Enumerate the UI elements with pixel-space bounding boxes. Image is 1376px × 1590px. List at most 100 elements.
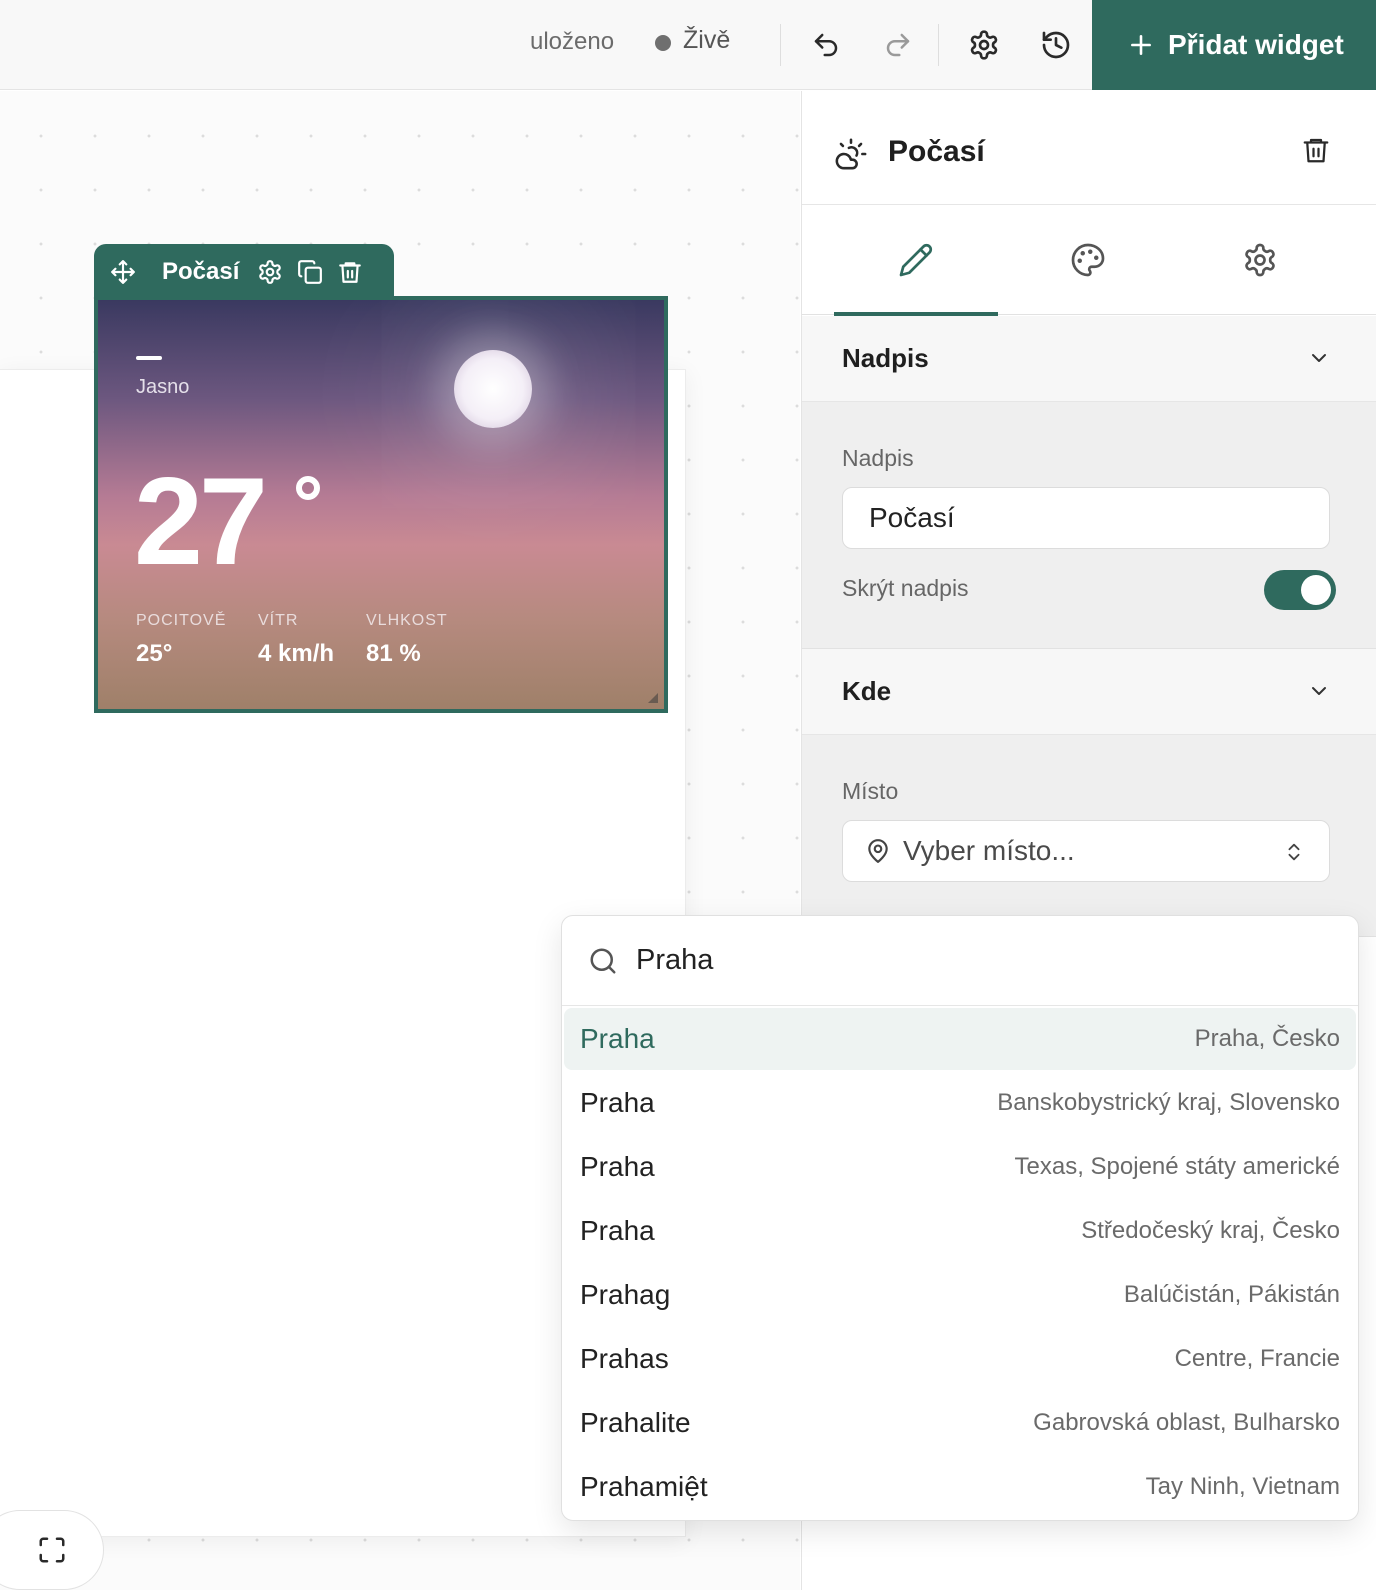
tab-content[interactable] bbox=[834, 205, 998, 316]
heading-field-label: Nadpis bbox=[842, 445, 914, 471]
trash-icon bbox=[1303, 138, 1329, 163]
toolbar-divider bbox=[780, 24, 781, 66]
option-region: Gabrovská oblast, Bulharsko bbox=[1033, 1409, 1340, 1436]
widget-title: Počasí bbox=[162, 258, 240, 285]
live-status: Živě bbox=[683, 26, 731, 54]
fullscreen-button[interactable] bbox=[0, 1510, 104, 1590]
metric-label: VLHKOST bbox=[366, 612, 448, 629]
sun-graphic bbox=[454, 350, 532, 428]
map-pin-icon bbox=[868, 839, 888, 863]
redo-button[interactable] bbox=[876, 23, 920, 67]
option-name: Prahag bbox=[580, 1279, 671, 1310]
settings-button[interactable] bbox=[962, 23, 1006, 67]
metric-value: 25° bbox=[136, 640, 173, 667]
place-option[interactable]: Praha Praha, Česko bbox=[564, 1008, 1356, 1070]
duplicate-widget-button[interactable] bbox=[297, 259, 323, 285]
add-widget-label: Přidat widget bbox=[1168, 29, 1344, 60]
place-option[interactable]: Prahamiệt Tay Ninh, Vietnam bbox=[564, 1456, 1356, 1518]
toolbar-divider bbox=[938, 24, 939, 66]
gear-icon bbox=[259, 260, 282, 284]
add-widget-button[interactable]: Přidat widget bbox=[1092, 0, 1376, 90]
palette-icon bbox=[1071, 243, 1105, 277]
chevron-down-icon bbox=[1312, 687, 1326, 695]
option-name: Praha bbox=[580, 1087, 655, 1118]
weather-widget[interactable]: Jasno 27 POCITOVĚ 25° VÍTR 4 km/h VLHKOS… bbox=[94, 296, 668, 713]
delete-widget-button[interactable] bbox=[1301, 135, 1331, 170]
widget-settings-button[interactable] bbox=[257, 259, 283, 285]
option-name: Praha bbox=[580, 1215, 655, 1246]
place-dropdown: Praha Praha Praha, Česko Praha Banskobys… bbox=[561, 915, 1359, 1521]
section-heading-body: Nadpis Počasí Skrýt nadpis bbox=[802, 402, 1376, 649]
undo-icon bbox=[814, 33, 838, 57]
weather-icon bbox=[834, 137, 868, 176]
option-region: Středočeský kraj, Česko bbox=[1081, 1217, 1340, 1244]
section-heading-toggle[interactable]: Nadpis bbox=[802, 316, 1376, 402]
option-region: Centre, Francie bbox=[1174, 1345, 1340, 1372]
chevrons-up-down-icon bbox=[1288, 843, 1300, 861]
fullscreen-icon bbox=[39, 1537, 65, 1563]
metric-label: VÍTR bbox=[258, 612, 299, 629]
option-name: Praha bbox=[580, 1023, 655, 1054]
hide-heading-toggle[interactable] bbox=[1264, 570, 1336, 610]
option-name: Prahamiệt bbox=[580, 1471, 708, 1502]
option-name: Praha bbox=[580, 1151, 655, 1182]
temperature-value: 27 bbox=[134, 453, 268, 591]
heading-input[interactable]: Počasí bbox=[842, 487, 1330, 549]
place-select-placeholder: Vyber místo... bbox=[903, 835, 1075, 866]
option-region: Banskobystrický kraj, Slovensko bbox=[997, 1089, 1340, 1116]
history-button[interactable] bbox=[1034, 23, 1078, 67]
option-name: Prahas bbox=[580, 1343, 669, 1374]
option-region: Praha, Česko bbox=[1194, 1025, 1340, 1052]
section-title: Kde bbox=[842, 676, 892, 706]
trash-icon bbox=[339, 262, 362, 283]
chevron-down-icon bbox=[1312, 354, 1326, 362]
undo-button[interactable] bbox=[804, 23, 848, 67]
resize-handle[interactable] bbox=[648, 693, 658, 703]
plus-icon bbox=[1131, 35, 1151, 55]
option-name: Prahalite bbox=[580, 1407, 691, 1438]
metric-label: POCITOVĚ bbox=[136, 612, 227, 629]
metric-humidity: VLHKOST 81 % bbox=[366, 612, 448, 668]
redo-icon bbox=[886, 33, 910, 57]
panel-tabs bbox=[802, 205, 1376, 316]
section-where-toggle[interactable]: Kde bbox=[802, 649, 1376, 735]
option-region: Balúčistán, Pákistán bbox=[1123, 1281, 1340, 1308]
place-search[interactable]: Praha bbox=[562, 916, 1358, 1006]
panel-header: Počasí bbox=[802, 91, 1376, 205]
section-title: Nadpis bbox=[842, 343, 929, 373]
metric-feels-like: POCITOVĚ 25° bbox=[136, 612, 226, 668]
live-indicator-dot bbox=[655, 35, 671, 51]
pencil-icon bbox=[899, 243, 933, 277]
delete-widget-button[interactable] bbox=[337, 259, 363, 285]
place-option[interactable]: Prahag Balúčistán, Pákistán bbox=[564, 1264, 1356, 1326]
weather-condition: Jasno bbox=[136, 376, 190, 398]
location-dash bbox=[136, 356, 162, 360]
place-option[interactable]: Prahalite Gabrovská oblast, Bulharsko bbox=[564, 1392, 1356, 1454]
history-icon bbox=[1042, 31, 1070, 59]
degree-symbol bbox=[296, 476, 320, 500]
move-handle[interactable] bbox=[110, 259, 136, 285]
top-toolbar: uloženo Živě Přidat widget bbox=[0, 0, 1376, 90]
place-option[interactable]: Praha Středočeský kraj, Česko bbox=[564, 1200, 1356, 1262]
panel-title: Počasí bbox=[888, 135, 985, 168]
saved-status: uloženo bbox=[530, 28, 615, 55]
option-region: Tay Ninh, Vietnam bbox=[1145, 1473, 1340, 1500]
option-region: Texas, Spojené státy americké bbox=[1014, 1153, 1341, 1180]
gear-icon bbox=[970, 30, 998, 60]
place-field-label: Místo bbox=[842, 778, 899, 804]
place-option[interactable]: Praha Banskobystrický kraj, Slovensko bbox=[564, 1072, 1356, 1134]
move-icon bbox=[111, 260, 135, 284]
metric-wind: VÍTR 4 km/h bbox=[258, 612, 334, 668]
metric-value: 4 km/h bbox=[258, 640, 335, 667]
place-option[interactable]: Praha Texas, Spojené státy americké bbox=[564, 1136, 1356, 1198]
metric-value: 81 % bbox=[366, 640, 421, 667]
search-icon bbox=[590, 948, 616, 974]
section-where-body: Místo Vyber místo... bbox=[802, 735, 1376, 937]
place-option[interactable]: Prahas Centre, Francie bbox=[564, 1328, 1356, 1390]
place-search-input[interactable]: Praha bbox=[636, 944, 713, 977]
tab-settings[interactable] bbox=[1178, 205, 1342, 315]
tab-style[interactable] bbox=[1006, 205, 1170, 315]
place-select[interactable]: Vyber místo... bbox=[842, 820, 1330, 882]
widget-toolbar: Počasí bbox=[94, 244, 394, 300]
gear-icon bbox=[1245, 243, 1275, 277]
